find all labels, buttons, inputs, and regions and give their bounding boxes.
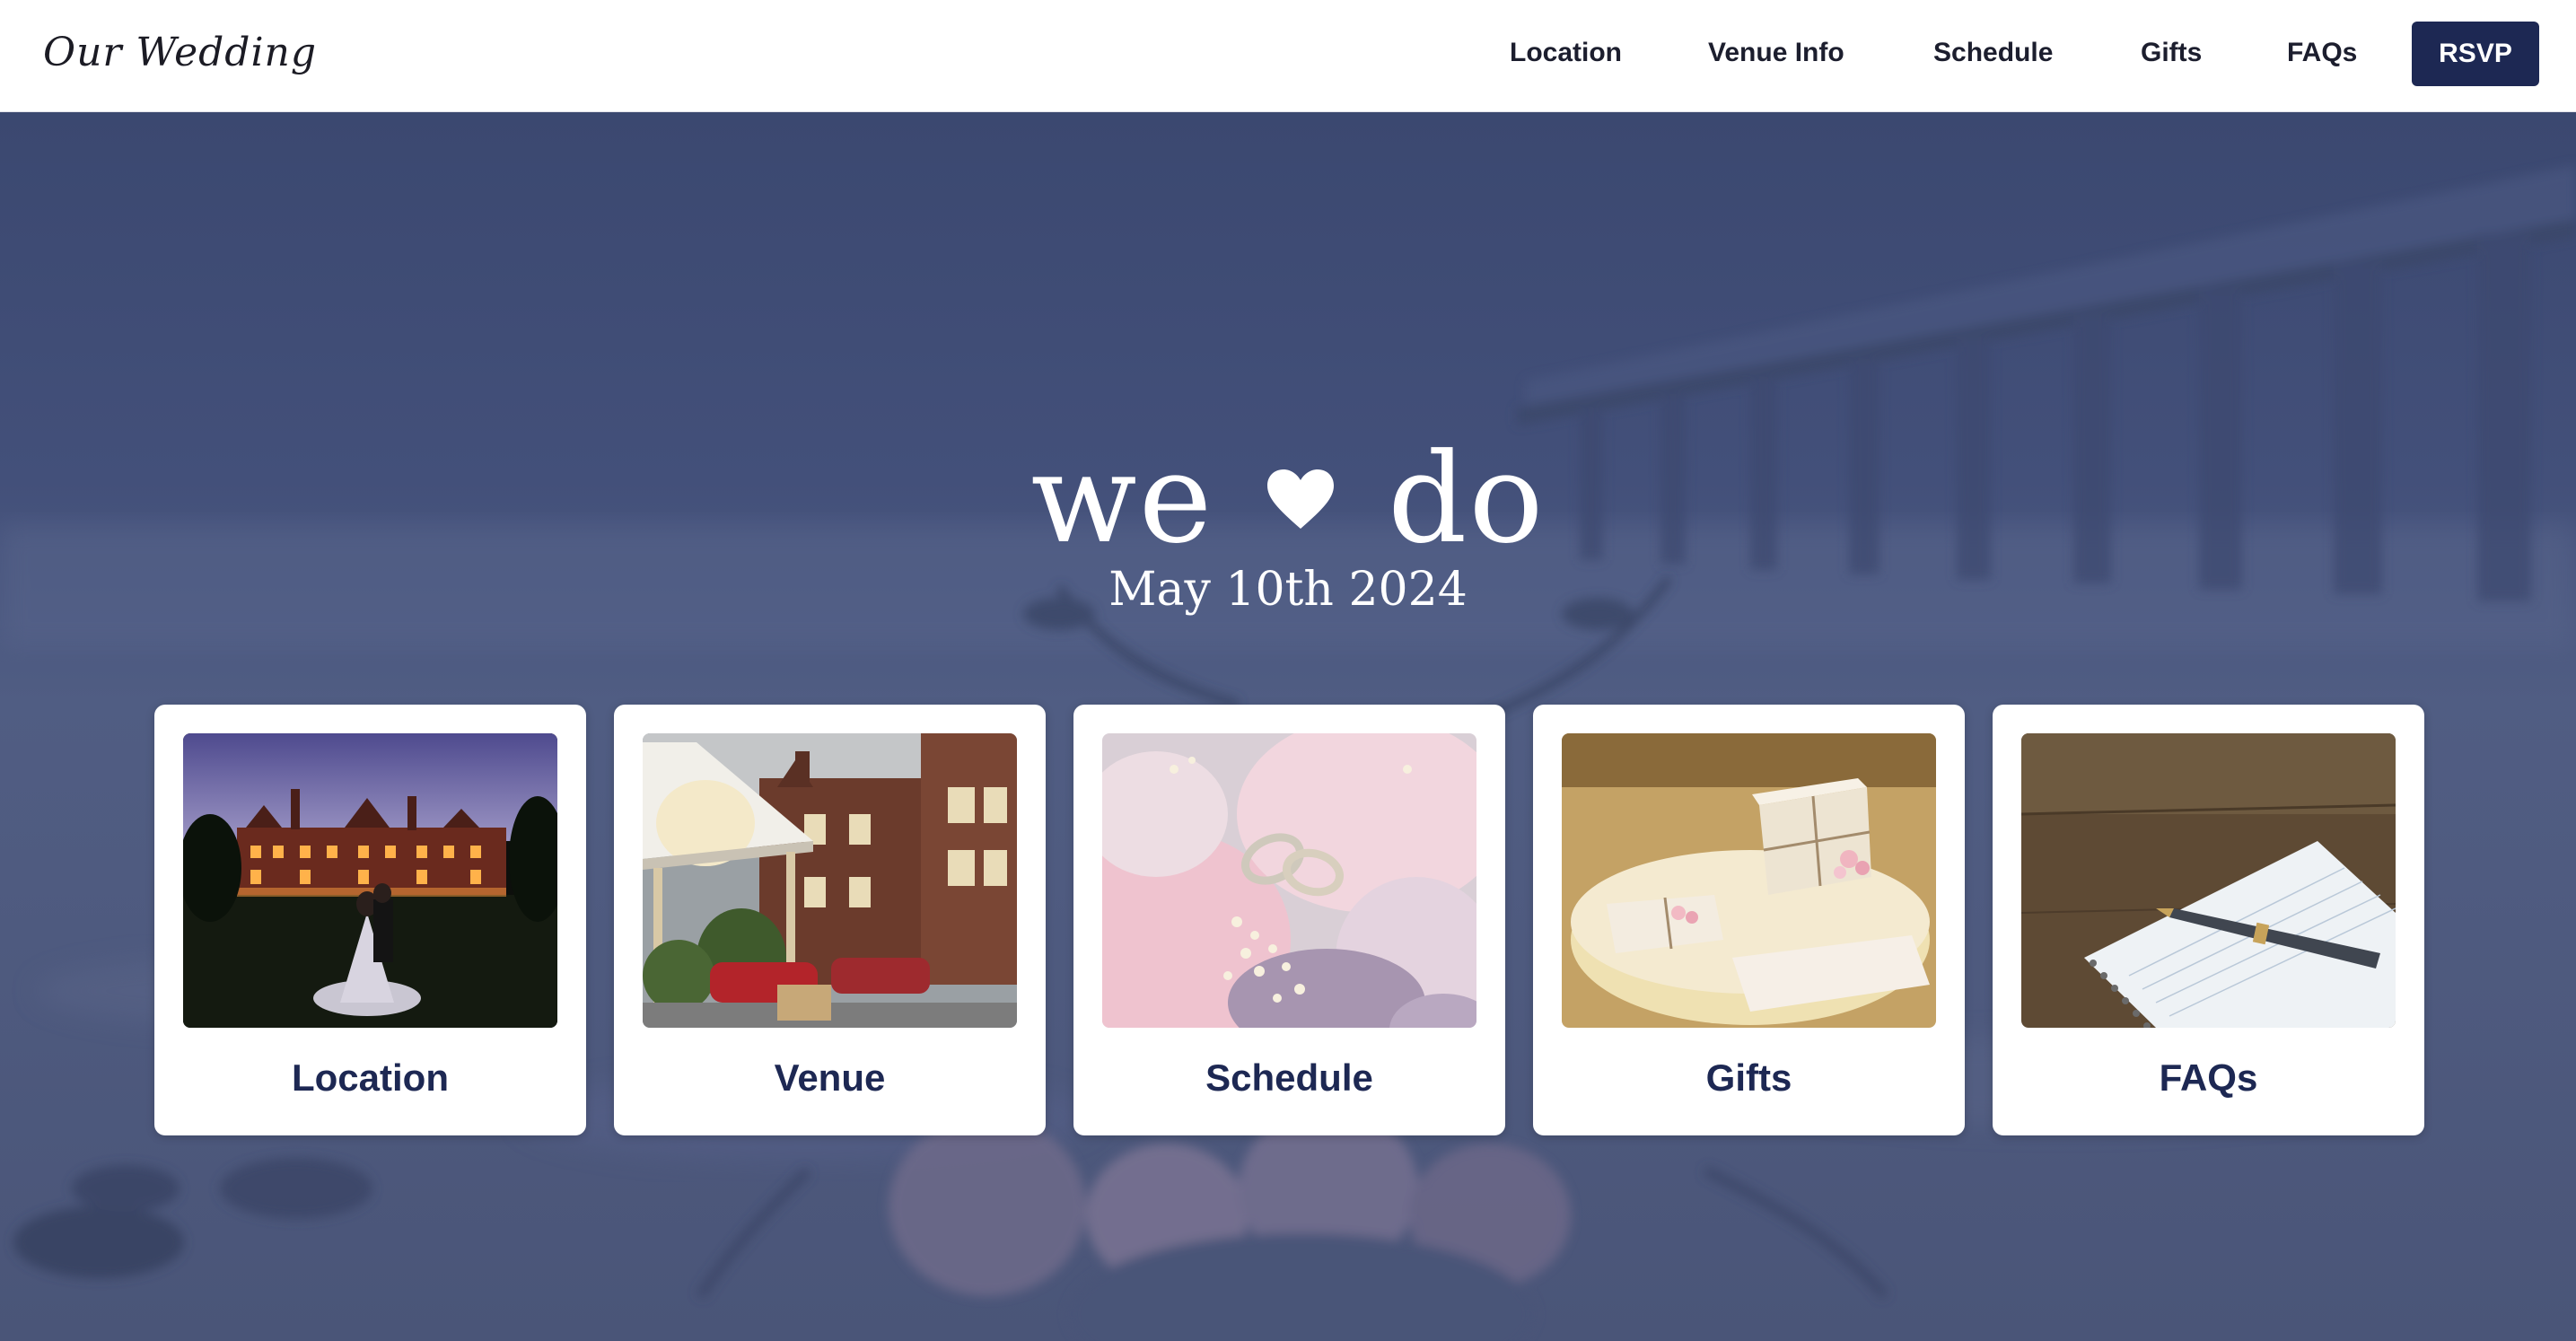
card-faqs-label: FAQs bbox=[2159, 1056, 2258, 1099]
gifts-photo bbox=[1562, 733, 1936, 1028]
nav-venue-info[interactable]: Venue Info bbox=[1708, 29, 1844, 77]
title-do: do bbox=[1388, 426, 1546, 571]
faqs-photo bbox=[2021, 733, 2396, 1028]
site-header: Our Wedding Location Venue Info Schedule… bbox=[0, 0, 2576, 112]
card-location-label: Location bbox=[292, 1056, 449, 1099]
nav-schedule[interactable]: Schedule bbox=[1933, 29, 2053, 77]
card-gifts[interactable]: Gifts bbox=[1533, 705, 1965, 1135]
nav-gifts[interactable]: Gifts bbox=[2141, 29, 2202, 77]
card-schedule-label: Schedule bbox=[1205, 1056, 1373, 1099]
card-gifts-label: Gifts bbox=[1705, 1056, 1792, 1099]
card-venue-label: Venue bbox=[774, 1056, 886, 1099]
nav-location[interactable]: Location bbox=[1510, 29, 1622, 77]
card-faqs[interactable]: FAQs bbox=[1993, 705, 2424, 1135]
hero-title: we do bbox=[0, 422, 2576, 566]
title-we: we bbox=[1030, 426, 1214, 571]
rsvp-button[interactable]: RSVP bbox=[2412, 22, 2539, 86]
location-photo bbox=[183, 733, 557, 1028]
card-venue[interactable]: Venue bbox=[614, 705, 1046, 1135]
venue-photo bbox=[643, 733, 1017, 1028]
site-logo[interactable]: Our Wedding bbox=[43, 22, 317, 84]
heart-icon bbox=[1267, 469, 1335, 529]
nav-faqs[interactable]: FAQs bbox=[2287, 29, 2357, 77]
schedule-photo bbox=[1102, 733, 1476, 1028]
card-schedule[interactable]: Schedule bbox=[1073, 705, 1505, 1135]
card-location[interactable]: Location bbox=[154, 705, 586, 1135]
wedding-date: May 10th 2024 bbox=[1108, 563, 1468, 617]
